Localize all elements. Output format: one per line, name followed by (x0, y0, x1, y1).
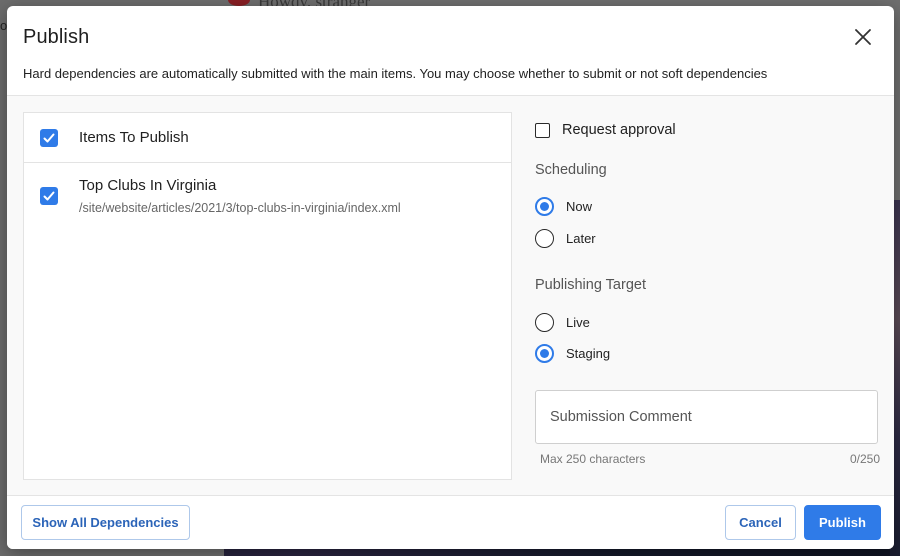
publishing-target-label: Publishing Target (535, 277, 646, 293)
checkmark-icon (43, 133, 55, 142)
radio-label: Now (566, 199, 593, 214)
dialog-body: Items To Publish Top Clubs In Virginia /… (7, 96, 894, 496)
items-header-label: Items To Publish (79, 129, 189, 146)
radio-now[interactable]: Now (535, 197, 592, 216)
show-all-dependencies-button[interactable]: Show All Dependencies (21, 505, 190, 540)
radio-live[interactable]: Live (535, 313, 590, 332)
cancel-button[interactable]: Cancel (725, 505, 796, 540)
select-all-checkbox[interactable] (40, 128, 58, 147)
radio-button[interactable] (535, 229, 554, 248)
dialog-title: Publish (23, 26, 90, 48)
item-checkbox[interactable] (40, 187, 58, 205)
item-text: Top Clubs In Virginia /site/website/arti… (79, 177, 401, 215)
options-panel: Request approval Scheduling Now Later Pu… (535, 96, 880, 496)
list-item: Top Clubs In Virginia /site/website/arti… (24, 163, 511, 215)
items-panel: Items To Publish Top Clubs In Virginia /… (23, 112, 512, 480)
radio-button[interactable] (535, 197, 554, 216)
scheduling-label: Scheduling (535, 162, 607, 178)
close-button[interactable] (852, 26, 874, 48)
radio-label: Later (566, 231, 596, 246)
radio-label: Staging (566, 346, 611, 361)
submission-comment-input[interactable] (535, 390, 878, 444)
publish-button[interactable]: Publish (804, 505, 881, 540)
checkbox-box[interactable] (535, 122, 550, 138)
request-approval-checkbox[interactable]: Request approval (535, 122, 676, 138)
checkmark-icon (43, 191, 55, 201)
dialog-header: Publish Hard dependencies are automatica… (7, 6, 894, 96)
comment-char-counter: 0/250 (849, 452, 880, 466)
radio-button[interactable] (535, 313, 554, 332)
items-header: Items To Publish (24, 113, 511, 163)
publish-dialog: Publish Hard dependencies are automatica… (7, 6, 894, 549)
radio-button[interactable] (535, 344, 554, 363)
comment-helper-text: Max 250 characters (540, 452, 646, 466)
item-path: /site/website/articles/2021/3/top-clubs-… (79, 201, 401, 215)
dialog-subtitle: Hard dependencies are automatically subm… (23, 66, 768, 81)
radio-staging[interactable]: Staging (535, 344, 610, 363)
radio-later[interactable]: Later (535, 229, 596, 248)
request-approval-label: Request approval (562, 122, 676, 138)
radio-label: Live (566, 315, 590, 330)
close-icon (855, 29, 871, 45)
item-title: Top Clubs In Virginia (79, 177, 217, 194)
dialog-footer: Show All Dependencies Cancel Publish (7, 496, 894, 549)
